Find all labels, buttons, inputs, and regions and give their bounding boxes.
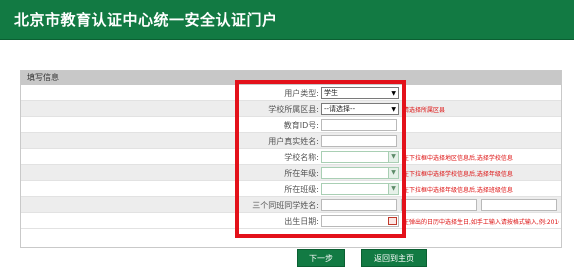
chevron-down-icon[interactable]: ▼ bbox=[388, 184, 398, 194]
chevron-down-icon[interactable]: ▼ bbox=[388, 152, 398, 162]
row-user-type: 用户类型: 学生 ▼ bbox=[21, 85, 561, 101]
classmate-2-input[interactable] bbox=[401, 199, 477, 211]
chevron-down-icon[interactable]: ▼ bbox=[388, 168, 398, 178]
panel-header: 填写信息 bbox=[21, 71, 561, 85]
classmates-label: 三个同班同学姓名: bbox=[252, 201, 319, 210]
user-type-select[interactable]: 学生 ▼ bbox=[321, 87, 399, 99]
form-panel: 填写信息 用户类型: 学生 ▼ 学校所属区县: --请选择-- ▼ 请选择所属区… bbox=[20, 70, 562, 248]
row-school: 学校名称: ▼ 在下拉框中选择地区信息后,选择学校信息 bbox=[21, 149, 561, 165]
real-name-label: 用户真实姓名: bbox=[268, 137, 319, 146]
district-select[interactable]: --请选择-- ▼ bbox=[321, 103, 399, 115]
birthday-input[interactable] bbox=[321, 215, 399, 227]
row-real-name: 用户真实姓名: bbox=[21, 133, 561, 149]
real-name-input[interactable] bbox=[321, 135, 397, 147]
user-type-value: 学生 bbox=[324, 89, 338, 97]
grade-hint: 在下拉框中选择学校信息后,选择年级信息 bbox=[403, 171, 513, 178]
class-label: 所在班级: bbox=[284, 185, 319, 194]
back-home-button[interactable]: 返回到主页 bbox=[361, 249, 427, 267]
grade-combobox[interactable]: ▼ bbox=[321, 167, 399, 179]
district-hint: 请选择所属区县 bbox=[403, 107, 446, 114]
row-edu-id: 教育ID号: bbox=[21, 117, 561, 133]
next-step-button[interactable]: 下一步 bbox=[297, 249, 345, 267]
birthday-label: 出生日期: bbox=[284, 217, 319, 226]
chevron-down-icon: ▼ bbox=[391, 106, 396, 113]
header-bar: 北京市教育认证中心统一安全认证门户 bbox=[0, 0, 574, 40]
classmate-1-input[interactable] bbox=[321, 199, 397, 211]
row-district: 学校所属区县: --请选择-- ▼ 请选择所属区县 bbox=[21, 101, 561, 117]
school-hint: 在下拉框中选择地区信息后,选择学校信息 bbox=[403, 155, 513, 162]
classmate-3-input[interactable] bbox=[481, 199, 557, 211]
user-type-label: 用户类型: bbox=[284, 89, 319, 98]
birthday-hint: 在弹出的日历中选择生日,如手工输入请按格式输入,例:2016- bbox=[403, 219, 559, 226]
school-label: 学校名称: bbox=[284, 153, 319, 162]
edu-id-label: 教育ID号: bbox=[283, 121, 319, 130]
district-label: 学校所属区县: bbox=[268, 105, 319, 114]
class-combobox[interactable]: ▼ bbox=[321, 183, 399, 195]
class-hint: 在下拉框中选择年级信息后,选择班级信息 bbox=[403, 187, 513, 194]
row-class: 所在班级: ▼ 在下拉框中选择年级信息后,选择班级信息 bbox=[21, 181, 561, 197]
row-classmates: 三个同班同学姓名: bbox=[21, 197, 561, 213]
row-grade: 所在年级: ▼ 在下拉框中选择学校信息后,选择年级信息 bbox=[21, 165, 561, 181]
page-title: 北京市教育认证中心统一安全认证门户 bbox=[14, 11, 278, 29]
row-birthday: 出生日期: 在弹出的日历中选择生日,如手工输入请按格式输入,例:2016- bbox=[21, 213, 561, 229]
chevron-down-icon: ▼ bbox=[391, 90, 396, 97]
school-combobox[interactable]: ▼ bbox=[321, 151, 399, 163]
calendar-icon[interactable] bbox=[388, 217, 397, 225]
grade-label: 所在年级: bbox=[284, 169, 319, 178]
panel-title: 填写信息 bbox=[27, 73, 59, 82]
district-value: --请选择-- bbox=[324, 105, 356, 113]
edu-id-input[interactable] bbox=[321, 119, 397, 131]
